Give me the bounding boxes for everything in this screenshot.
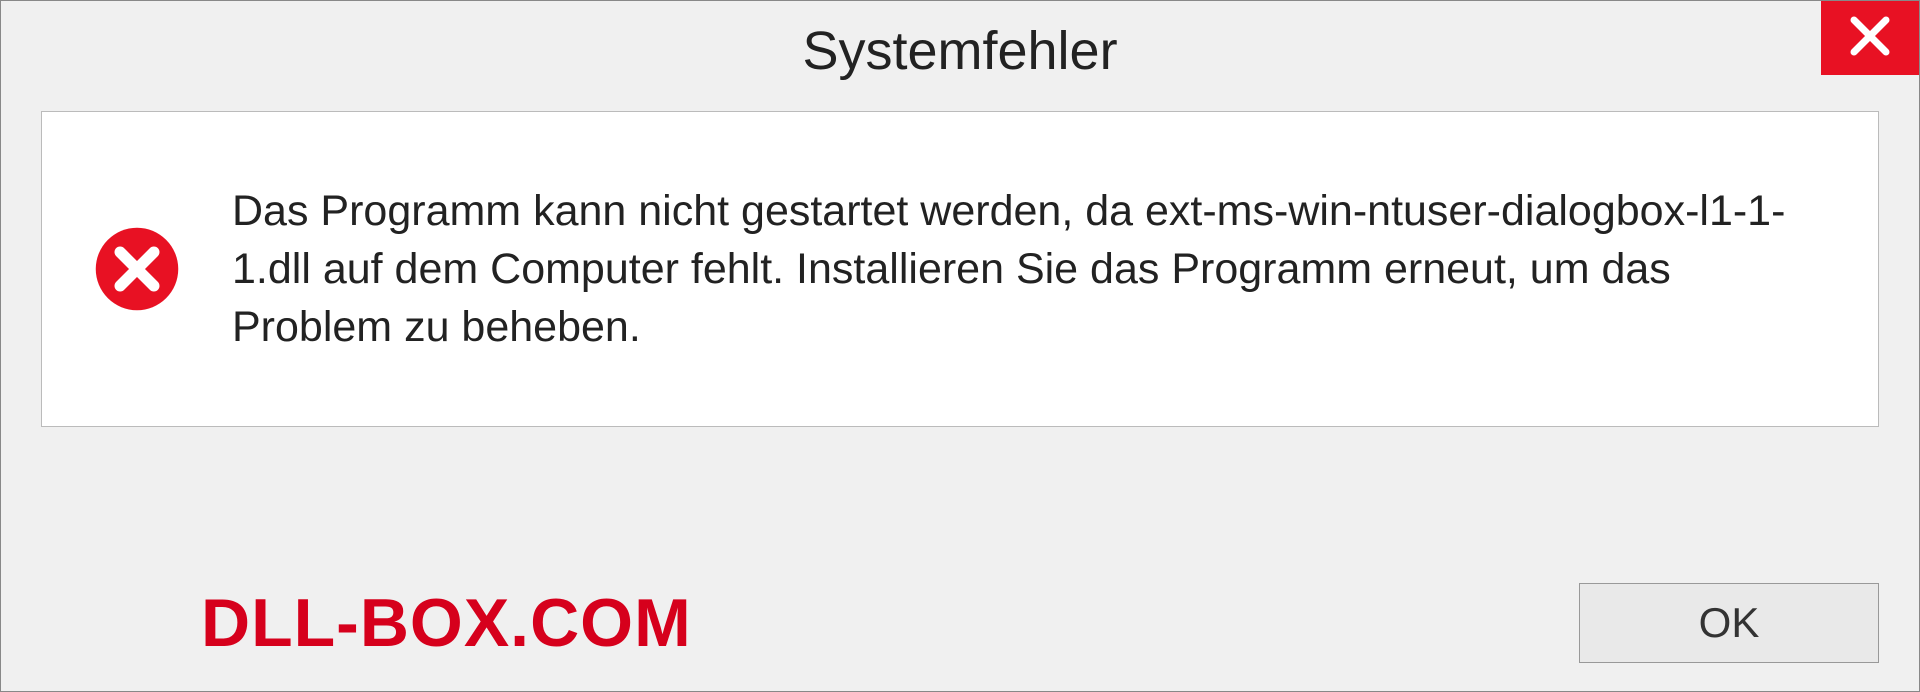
ok-button[interactable]: OK — [1579, 583, 1879, 663]
error-icon — [92, 224, 182, 314]
error-message: Das Programm kann nicht gestartet werden… — [232, 182, 1792, 356]
close-button[interactable] — [1821, 1, 1919, 75]
footer: DLL-BOX.COM OK — [1, 583, 1919, 663]
close-icon — [1846, 12, 1894, 65]
content-area: Das Programm kann nicht gestartet werden… — [41, 111, 1879, 427]
error-dialog: Systemfehler Das Programm kann nicht ges… — [0, 0, 1920, 692]
watermark-text: DLL-BOX.COM — [201, 584, 692, 662]
titlebar: Systemfehler — [1, 1, 1919, 101]
dialog-title: Systemfehler — [802, 20, 1117, 82]
